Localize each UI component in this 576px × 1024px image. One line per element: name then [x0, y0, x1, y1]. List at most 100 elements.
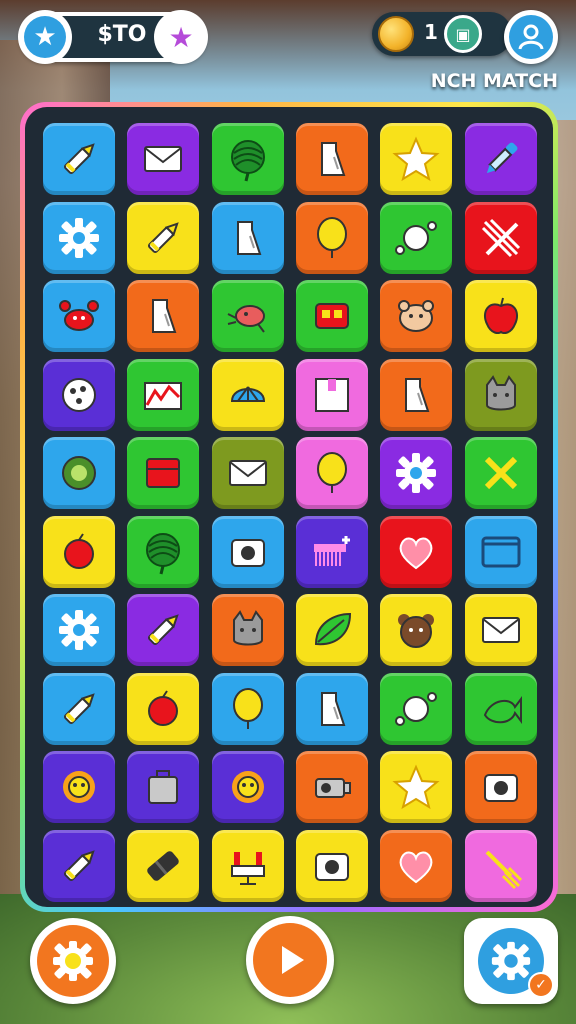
bottle-icon	[139, 292, 187, 340]
user-icon	[509, 15, 553, 59]
tile-lion[interactable]	[43, 751, 115, 823]
star-icon[interactable]: ★	[154, 10, 208, 64]
tile-chart[interactable]	[127, 358, 200, 431]
tile-ribbon[interactable]	[464, 201, 537, 274]
tile-cat[interactable]	[464, 358, 537, 431]
dropper-icon	[477, 135, 525, 183]
crayon-icon	[55, 842, 103, 890]
tile-gear[interactable]	[43, 201, 115, 274]
tile-hamster[interactable]	[380, 280, 453, 352]
tile-crab[interactable]	[43, 280, 115, 352]
tile-dropper[interactable]	[464, 123, 537, 195]
tile-robot[interactable]	[295, 280, 368, 352]
play-button[interactable]	[246, 916, 334, 1004]
tile-crayon[interactable]	[127, 201, 200, 274]
crayon-icon	[55, 135, 103, 183]
crayon-icon	[139, 606, 187, 654]
tile-crayon[interactable]	[43, 672, 115, 745]
score-display: ★ $TO ★	[18, 10, 208, 64]
ball-bone-icon	[392, 685, 440, 733]
camera-icon	[308, 842, 356, 890]
projector-icon	[308, 763, 356, 811]
gear-icon	[37, 925, 109, 997]
lion-icon	[224, 763, 272, 811]
shop-icon[interactable]: ▣	[444, 15, 482, 53]
tile-bottle[interactable]	[211, 201, 284, 274]
cat-icon	[224, 606, 272, 654]
envelope-icon	[224, 449, 272, 497]
tile-comb[interactable]	[295, 515, 368, 588]
tile-balloon[interactable]	[295, 437, 368, 509]
tile-apple[interactable]	[464, 280, 537, 352]
shell-icon	[224, 371, 272, 419]
coin-icon	[378, 16, 414, 52]
tile-ball-bone[interactable]	[380, 201, 453, 274]
bag-icon	[139, 763, 187, 811]
bottle-icon	[392, 371, 440, 419]
stand-icon	[224, 842, 272, 890]
tile-lion[interactable]	[211, 751, 284, 823]
board-frame	[20, 102, 558, 912]
tile-bug[interactable]	[211, 280, 284, 352]
gear-icon	[392, 449, 440, 497]
tile-camera[interactable]	[464, 751, 537, 823]
tile-leaf[interactable]	[295, 594, 368, 666]
tile-heart[interactable]	[380, 515, 453, 588]
tile-bag[interactable]	[127, 751, 200, 823]
tile-envelope[interactable]	[464, 594, 537, 666]
hamster-icon	[392, 292, 440, 340]
star-icon[interactable]: ★	[18, 10, 72, 64]
tile-leaf-ball[interactable]	[211, 123, 284, 195]
tile-broom[interactable]	[464, 829, 537, 902]
tile-envelope[interactable]	[211, 437, 284, 509]
tile-cross[interactable]	[464, 437, 537, 509]
tile-ball-bone[interactable]	[380, 672, 453, 745]
options-button[interactable]: ✓	[464, 918, 558, 1004]
tile-crayon[interactable]	[127, 594, 200, 666]
tile-cat[interactable]	[211, 594, 284, 666]
tile-heart[interactable]	[380, 829, 453, 902]
score-value: $TO	[97, 22, 147, 47]
tile-crayon[interactable]	[43, 123, 115, 195]
tile-fish[interactable]	[464, 672, 537, 745]
berry-icon	[55, 528, 103, 576]
tile-camera[interactable]	[211, 515, 284, 588]
tile-bottle[interactable]	[295, 123, 368, 195]
balloon-icon	[308, 214, 356, 262]
tile-balloon[interactable]	[295, 201, 368, 274]
tile-bottle[interactable]	[295, 672, 368, 745]
bear-icon	[392, 606, 440, 654]
star-icon	[392, 763, 440, 811]
tile-envelope[interactable]	[127, 123, 200, 195]
profile-button[interactable]	[504, 10, 558, 64]
tile-stand[interactable]	[211, 829, 284, 902]
tile-star[interactable]	[380, 751, 453, 823]
bottle-icon	[224, 214, 272, 262]
tube-icon	[139, 842, 187, 890]
tile-projector[interactable]	[295, 751, 368, 823]
tile-gear[interactable]	[380, 437, 453, 509]
tile-berry[interactable]	[43, 515, 115, 588]
tile-berry[interactable]	[127, 672, 200, 745]
settings-button[interactable]	[30, 918, 116, 1004]
tile-window[interactable]	[464, 515, 537, 588]
tile-balloon[interactable]	[211, 672, 284, 745]
tile-shell[interactable]	[211, 358, 284, 431]
tile-star[interactable]	[380, 123, 453, 195]
tile-gear[interactable]	[43, 594, 115, 666]
tile-bear[interactable]	[380, 594, 453, 666]
game-board	[25, 107, 553, 907]
tile-leaf-ball[interactable]	[127, 515, 200, 588]
tile-camera[interactable]	[295, 829, 368, 902]
balloon-icon	[224, 685, 272, 733]
tile-crayon[interactable]	[43, 829, 115, 902]
tile-ball[interactable]	[43, 358, 115, 431]
tile-fridge[interactable]	[127, 437, 200, 509]
tile-bottle[interactable]	[380, 358, 453, 431]
window-icon	[477, 528, 525, 576]
tile-tube[interactable]	[127, 829, 200, 902]
tile-box[interactable]	[295, 358, 368, 431]
tile-bottle[interactable]	[127, 280, 200, 352]
tile-kiwi[interactable]	[43, 437, 115, 509]
crayon-icon	[139, 214, 187, 262]
